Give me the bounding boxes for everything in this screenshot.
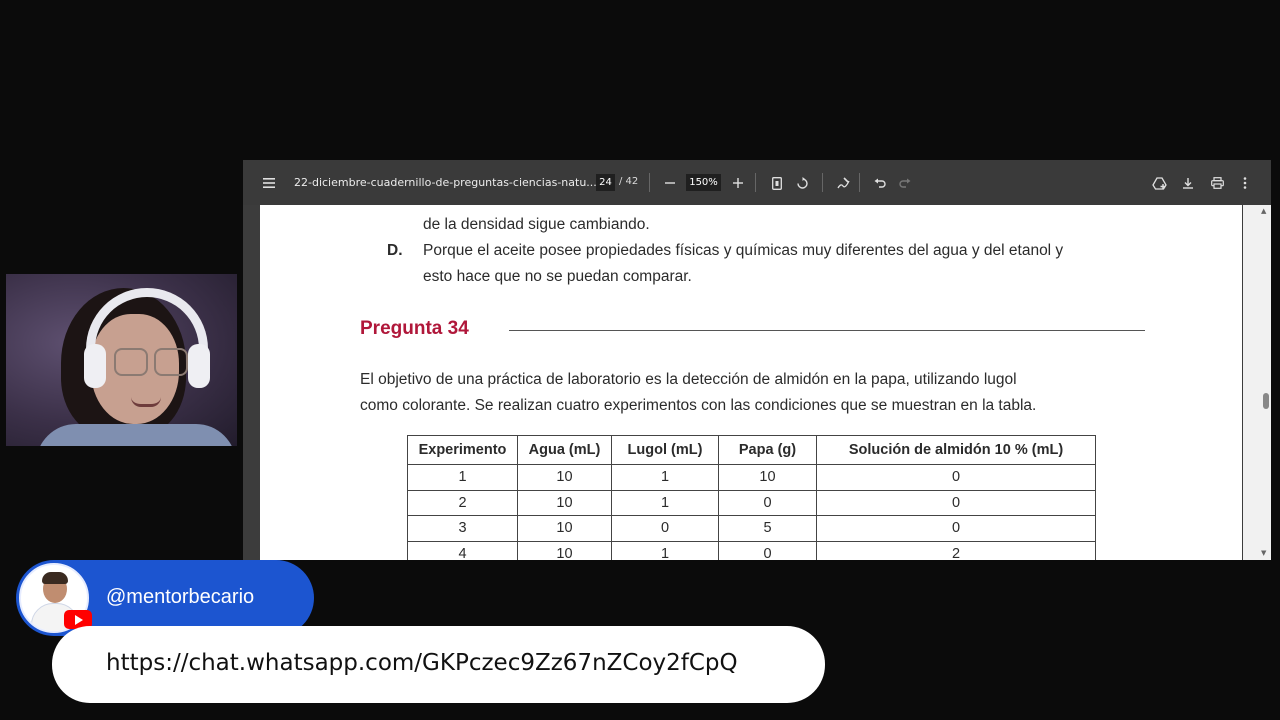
table-row: 1 10 1 10 0 — [407, 464, 1096, 491]
stream-frame: 22-diciembre-cuadernillo-de-preguntas-ci… — [0, 0, 1280, 720]
table-cell: 0 — [718, 540, 817, 560]
hamburger-menu-icon[interactable] — [258, 172, 280, 194]
table-header: Solución de almidón 10 % (mL) — [816, 435, 1096, 465]
glasses-lens — [154, 348, 188, 376]
presenter-shirt — [36, 424, 236, 446]
webcam-feed — [6, 274, 237, 446]
channel-handle: @mentorbecario — [106, 586, 255, 608]
option-d-text-line2: esto hace que no se puedan comparar. — [423, 268, 692, 285]
page-total: / 42 — [619, 176, 639, 187]
link-banner: https://chat.whatsapp.com/GKPczec9Zz67nZ… — [52, 626, 825, 703]
table-cell: 0 — [816, 489, 1096, 516]
print-icon[interactable] — [1206, 172, 1228, 194]
table-cell: 0 — [718, 489, 817, 516]
pdf-toolbar: 22-diciembre-cuadernillo-de-preguntas-ci… — [243, 160, 1271, 205]
channel-badge: @mentorbecario — [16, 560, 314, 636]
table-row: 4 10 1 0 2 — [407, 540, 1096, 560]
rotate-icon[interactable] — [791, 172, 813, 194]
table-cell: 2 — [407, 489, 518, 516]
table-header: Papa (g) — [718, 435, 817, 465]
table-cell: 3 — [407, 515, 518, 542]
option-d-text-line1: Porque el aceite posee propiedades físic… — [423, 242, 1064, 259]
table-cell: 0 — [611, 515, 719, 542]
question-text-line2: como colorante. Se realizan cuatro exper… — [360, 397, 1037, 414]
table-row: 3 10 0 5 0 — [407, 515, 1096, 542]
whatsapp-link[interactable]: https://chat.whatsapp.com/GKPczec9Zz67nZ… — [106, 650, 738, 676]
table-header: Agua (mL) — [517, 435, 612, 465]
pdf-page: de la densidad sigue cambiando. D. Porqu… — [260, 205, 1242, 560]
download-icon[interactable] — [1177, 172, 1199, 194]
table-row: 2 10 1 0 0 — [407, 489, 1096, 516]
page-number-input[interactable]: 24 — [596, 174, 615, 191]
table-cell: 10 — [517, 540, 612, 560]
fit-page-icon[interactable] — [766, 172, 788, 194]
table-cell: 1 — [407, 464, 518, 491]
table-header: Lugol (mL) — [611, 435, 719, 465]
headphone-earcup — [84, 344, 106, 388]
table-header-row: Experimento Agua (mL) Lugol (mL) Papa (g… — [407, 435, 1096, 465]
question-text-line1: El objetivo de una práctica de laborator… — [360, 371, 1017, 388]
document-title: 22-diciembre-cuadernillo-de-preguntas-ci… — [294, 176, 597, 189]
table-cell: 2 — [816, 540, 1096, 560]
scrollbar-track[interactable] — [1243, 205, 1271, 560]
add-to-drive-icon[interactable] — [1148, 172, 1170, 194]
experiment-table: Experimento Agua (mL) Lugol (mL) Papa (g… — [407, 435, 1096, 560]
zoom-level-input[interactable]: 150% — [686, 174, 721, 191]
table-cell: 10 — [517, 489, 612, 516]
scroll-up-icon[interactable]: ▲ — [1261, 207, 1266, 215]
option-d-letter: D. — [387, 242, 403, 259]
toolbar-divider — [859, 173, 860, 192]
table-cell: 1 — [611, 464, 719, 491]
table-cell: 0 — [816, 515, 1096, 542]
scroll-down-icon[interactable]: ▼ — [1261, 549, 1266, 557]
toolbar-divider — [649, 173, 650, 192]
table-cell: 10 — [517, 464, 612, 491]
previous-option-text: de la densidad sigue cambiando. — [423, 216, 650, 233]
headphone-earcup — [188, 344, 210, 388]
table-header: Experimento — [407, 435, 518, 465]
title-rule — [509, 330, 1145, 331]
pdf-viewer: 22-diciembre-cuadernillo-de-preguntas-ci… — [243, 160, 1271, 560]
zoom-in-button[interactable] — [727, 172, 749, 194]
scrollbar-thumb[interactable] — [1263, 393, 1269, 409]
toolbar-divider — [822, 173, 823, 192]
table-cell: 10 — [517, 515, 612, 542]
table-cell: 5 — [718, 515, 817, 542]
zoom-out-button[interactable] — [659, 172, 681, 194]
redo-icon[interactable] — [894, 172, 916, 194]
table-cell: 0 — [816, 464, 1096, 491]
question-title: Pregunta 34 — [360, 318, 469, 339]
table-cell: 1 — [611, 540, 719, 560]
table-cell: 10 — [718, 464, 817, 491]
toolbar-divider — [755, 173, 756, 192]
table-cell: 4 — [407, 540, 518, 560]
more-vertical-icon[interactable] — [1234, 172, 1256, 194]
glasses-lens — [114, 348, 148, 376]
table-cell: 1 — [611, 489, 719, 516]
avatar-hair — [42, 572, 68, 584]
undo-icon[interactable] — [869, 172, 891, 194]
draw-icon[interactable] — [832, 172, 854, 194]
